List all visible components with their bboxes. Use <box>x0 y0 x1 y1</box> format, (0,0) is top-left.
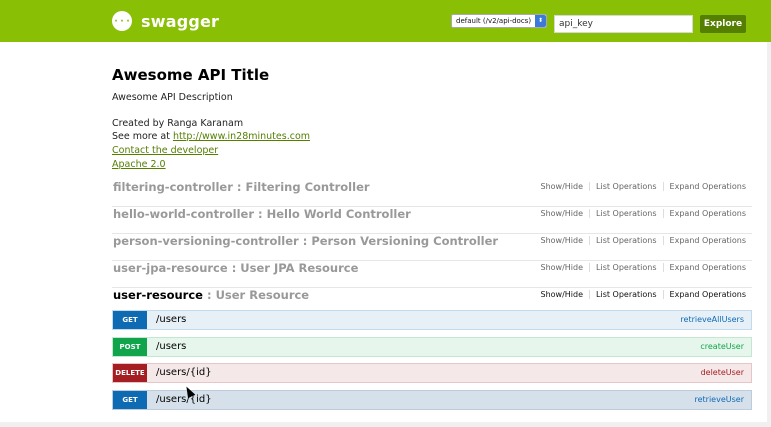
resource-person-versioning-controller: person-versioning-controller : Person Ve… <box>112 234 752 261</box>
operation-path: /users/{id} <box>156 394 212 405</box>
http-method-badge: POST <box>113 338 147 356</box>
resource-user-jpa-resource: user-jpa-resource : User JPA Resource Sh… <box>112 261 752 288</box>
resource-options: Show/Hide List Operations Expand Operati… <box>535 263 746 272</box>
swagger-logo-icon: {···} <box>107 11 137 31</box>
select-arrows-icon: ⬍ <box>535 15 546 27</box>
contact-developer-link[interactable]: Contact the developer <box>112 145 218 156</box>
expand-operations-link[interactable]: Expand Operations <box>664 263 746 272</box>
operation-delete-user[interactable]: DELETE /users/{id} deleteUser <box>112 363 752 383</box>
api-see-more: See more at http://www.in28minutes.com <box>112 131 310 142</box>
top-bar: {···} swagger default (/v2/api-docs) ⬍ a… <box>0 0 771 42</box>
operation-get-users[interactable]: GET /users retrieveAllUsers <box>112 310 752 330</box>
resource-name: user-jpa-resource <box>113 261 228 275</box>
expand-operations-link[interactable]: Expand Operations <box>664 290 746 299</box>
show-hide-link[interactable]: Show/Hide <box>535 263 591 272</box>
operation-summary: createUser <box>700 342 744 351</box>
resource-title[interactable]: user-resource : User Resource <box>113 288 309 302</box>
expand-operations-link[interactable]: Expand Operations <box>664 236 746 245</box>
see-more-link[interactable]: http://www.in28minutes.com <box>173 131 310 142</box>
list-operations-link[interactable]: List Operations <box>590 182 664 191</box>
api-key-input[interactable]: api_key <box>554 15 693 33</box>
operation-summary: deleteUser <box>700 368 744 377</box>
resource-description: : User Resource <box>202 288 310 302</box>
resource-name: user-resource <box>113 288 203 302</box>
list-operations-link[interactable]: List Operations <box>590 290 664 299</box>
list-operations-link[interactable]: List Operations <box>590 209 664 218</box>
resource-title[interactable]: person-versioning-controller : Person Ve… <box>113 234 498 248</box>
operation-summary: retrieveUser <box>694 395 745 404</box>
explore-button[interactable]: Explore <box>700 15 746 33</box>
operation-summary: retrieveAllUsers <box>680 315 744 324</box>
http-method-badge: DELETE <box>113 364 147 382</box>
swagger-logo[interactable]: {···} swagger <box>107 11 220 31</box>
resource-title[interactable]: user-jpa-resource : User JPA Resource <box>113 261 358 275</box>
see-more-prefix: See more at <box>112 131 173 142</box>
api-description: Awesome API Description <box>112 92 233 103</box>
api-title: Awesome API Title <box>112 66 270 84</box>
operation-get-user[interactable]: GET /users/{id} retrieveUser <box>112 390 752 410</box>
resource-title[interactable]: filtering-controller : Filtering Control… <box>113 180 370 194</box>
operation-post-users[interactable]: POST /users createUser <box>112 337 752 357</box>
resource-description: : Hello World Controller <box>254 207 411 221</box>
resource-filtering-controller: filtering-controller : Filtering Control… <box>112 180 752 207</box>
resource-options: Show/Hide List Operations Expand Operati… <box>535 290 746 299</box>
resource-description: : Person Versioning Controller <box>298 234 499 248</box>
resource-name: filtering-controller <box>113 180 233 194</box>
resource-options: Show/Hide List Operations Expand Operati… <box>535 236 746 245</box>
resource-title[interactable]: hello-world-controller : Hello World Con… <box>113 207 411 221</box>
license-link[interactable]: Apache 2.0 <box>112 159 166 170</box>
operation-path: /users <box>156 341 187 352</box>
window-edge-bottom <box>0 422 771 427</box>
http-method-badge: GET <box>113 311 147 329</box>
http-method-badge: GET <box>113 391 147 409</box>
resource-name: hello-world-controller <box>113 207 255 221</box>
swagger-logo-text: swagger <box>141 11 220 31</box>
license-text: Apache 2.0 <box>112 159 166 170</box>
operation-path: /users <box>156 314 187 325</box>
list-operations-link[interactable]: List Operations <box>590 236 664 245</box>
resource-description: : Filtering Controller <box>232 180 370 194</box>
resource-description: : User JPA Resource <box>227 261 359 275</box>
api-created-by: Created by Ranga Karanam <box>112 118 244 129</box>
window-edge <box>767 42 771 427</box>
contact-developer-text: Contact the developer <box>112 145 219 156</box>
expand-operations-link[interactable]: Expand Operations <box>664 182 746 191</box>
spec-url-select[interactable]: default (/v2/api-docs) ⬍ <box>451 14 547 28</box>
resource-options: Show/Hide List Operations Expand Operati… <box>535 182 746 191</box>
show-hide-link[interactable]: Show/Hide <box>535 209 591 218</box>
resource-user-resource: user-resource : User Resource Show/Hide … <box>112 288 752 310</box>
expand-operations-link[interactable]: Expand Operations <box>664 209 746 218</box>
show-hide-link[interactable]: Show/Hide <box>535 182 591 191</box>
show-hide-link[interactable]: Show/Hide <box>535 236 591 245</box>
resource-hello-world-controller: hello-world-controller : Hello World Con… <box>112 207 752 234</box>
operation-path: /users/{id} <box>156 367 212 378</box>
resource-name: person-versioning-controller <box>113 234 299 248</box>
list-operations-link[interactable]: List Operations <box>590 263 664 272</box>
show-hide-link[interactable]: Show/Hide <box>535 290 591 299</box>
resource-options: Show/Hide List Operations Expand Operati… <box>535 209 746 218</box>
spec-url-select-value: default (/v2/api-docs) <box>456 17 532 25</box>
